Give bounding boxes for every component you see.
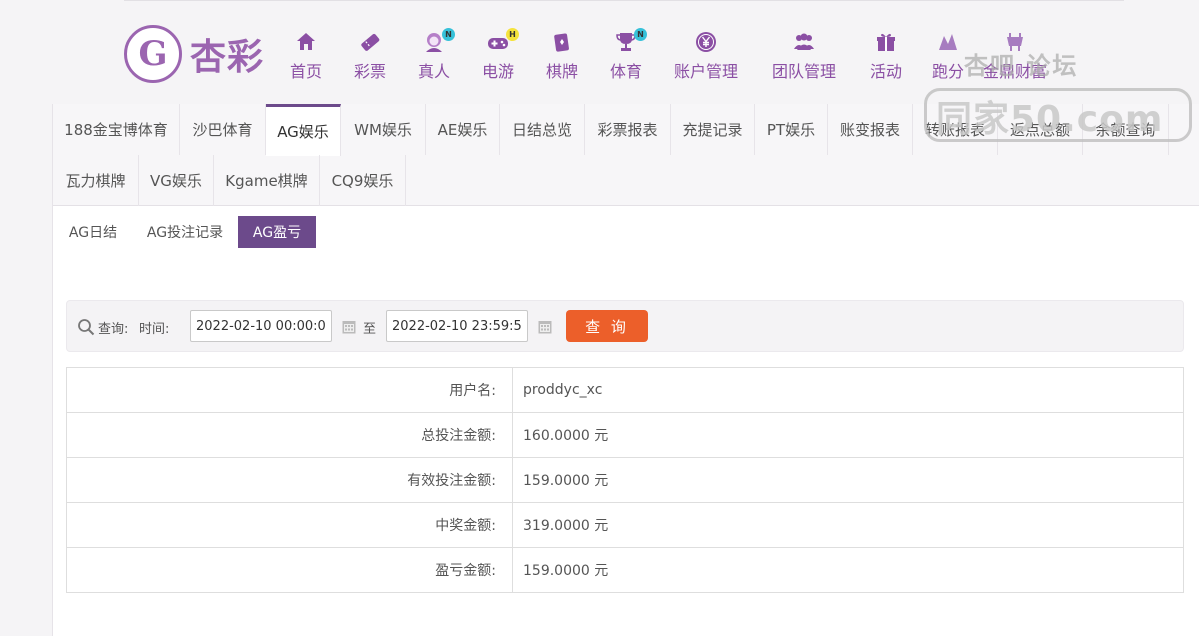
run-icon xyxy=(935,30,961,54)
tab-balance-change[interactable]: 账变报表 xyxy=(828,104,913,155)
trophy-icon: N xyxy=(613,28,647,54)
logo-mark: G xyxy=(124,25,182,83)
yen-coin-icon xyxy=(693,30,719,54)
nav-label: 金鼎财富 xyxy=(982,62,1047,81)
platform-tabs: 188金宝博体育 沙巴体育 AG娱乐 WM娱乐 AE娱乐 日结总览 彩票报表 充… xyxy=(53,104,1199,206)
start-time-input[interactable] xyxy=(190,310,332,342)
row-key: 用户名: xyxy=(66,367,513,413)
tab-daily-overview[interactable]: 日结总览 xyxy=(500,104,585,155)
query-button[interactable]: 查 询 xyxy=(566,310,648,342)
row-key: 有效投注金额: xyxy=(66,457,513,503)
row-key: 总投注金额: xyxy=(66,412,513,458)
team-icon xyxy=(791,30,817,54)
nav-sports[interactable]: N 体育 xyxy=(606,28,647,81)
cards-icon xyxy=(549,30,575,54)
profit-loss-table: 用户名: proddyc_xc 总投注金额: 160.0000 元 有效投注金额… xyxy=(66,367,1184,593)
home-icon xyxy=(293,30,319,54)
nav-label: 体育 xyxy=(609,62,642,81)
nav-team[interactable]: 团队管理 xyxy=(768,30,840,81)
new-badge: N xyxy=(442,28,455,41)
nav-account[interactable]: 账户管理 xyxy=(670,30,742,81)
query-bar: 查询: 时间: 至 查 询 xyxy=(66,300,1184,352)
nav-activity[interactable]: 活动 xyxy=(866,30,906,81)
tab-saba-sports[interactable]: 沙巴体育 xyxy=(180,104,266,155)
row-key: 盈亏金额: xyxy=(66,547,513,593)
row-value: proddyc_xc xyxy=(512,367,1184,413)
table-row: 盈亏金额: 159.0000 元 xyxy=(66,547,1184,593)
tab-188-sports[interactable]: 188金宝博体育 xyxy=(53,104,180,155)
nav-label: 棋牌 xyxy=(545,62,578,81)
tab-wali-chess[interactable]: 瓦力棋牌 xyxy=(53,155,139,206)
row-key: 中奖金额: xyxy=(66,502,513,548)
tab-deposit-withdraw[interactable]: 充提记录 xyxy=(671,104,755,155)
tab-vg[interactable]: VG娱乐 xyxy=(139,155,214,206)
tab-rebate-total[interactable]: 返点总额 xyxy=(998,104,1083,155)
gamepad-icon: H xyxy=(485,28,519,54)
nav-lottery[interactable]: 彩票 xyxy=(350,30,390,81)
tab-transfer-report[interactable]: 转账报表 xyxy=(913,104,998,155)
nav-label: 账户管理 xyxy=(673,62,738,81)
row-value: 159.0000 元 xyxy=(512,457,1184,503)
table-row: 用户名: proddyc_xc xyxy=(66,367,1184,413)
nav-run-score[interactable]: 跑分 xyxy=(928,30,968,81)
tab-ag[interactable]: AG娱乐 xyxy=(266,104,341,156)
row-value: 160.0000 元 xyxy=(512,412,1184,458)
tab-pt[interactable]: PT娱乐 xyxy=(755,104,828,155)
nav-label: 真人 xyxy=(417,62,450,81)
calendar-icon[interactable] xyxy=(342,319,356,334)
table-row: 有效投注金额: 159.0000 元 xyxy=(66,457,1184,503)
nav-label: 活动 xyxy=(869,62,902,81)
nav-label: 彩票 xyxy=(353,62,386,81)
nav-egame[interactable]: H 电游 xyxy=(478,28,519,81)
lottery-ticket-icon xyxy=(357,30,383,54)
gift-icon xyxy=(873,30,899,54)
hot-badge: H xyxy=(506,28,519,41)
subtab-ag-daily[interactable]: AG日结 xyxy=(61,216,125,248)
row-value: 319.0000 元 xyxy=(512,502,1184,548)
table-row: 总投注金额: 160.0000 元 xyxy=(66,412,1184,458)
tab-ae[interactable]: AE娱乐 xyxy=(426,104,500,155)
query-label: 查询: xyxy=(98,322,129,337)
calendar-icon[interactable] xyxy=(538,319,552,334)
nav-live[interactable]: N 真人 xyxy=(414,28,455,81)
nav-label: 首页 xyxy=(289,62,322,81)
tab-cq9[interactable]: CQ9娱乐 xyxy=(320,155,406,206)
main-panel: 188金宝博体育 沙巴体育 AG娱乐 WM娱乐 AE娱乐 日结总览 彩票报表 充… xyxy=(52,104,1199,636)
tab-kgame-chess[interactable]: Kgame棋牌 xyxy=(214,155,320,206)
nav-chess[interactable]: 棋牌 xyxy=(542,30,582,81)
nav-wealth[interactable]: 金鼎财富 xyxy=(980,30,1050,81)
tab-lottery-report[interactable]: 彩票报表 xyxy=(585,104,671,155)
time-label: 时间: xyxy=(139,322,170,337)
tab-wm[interactable]: WM娱乐 xyxy=(341,104,426,155)
tab-balance-query[interactable]: 余额查询 xyxy=(1083,104,1169,155)
to-label: 至 xyxy=(363,322,377,337)
nav-label: 团队管理 xyxy=(771,62,836,81)
nav-label: 电游 xyxy=(481,62,514,81)
logo-text: 杏彩 xyxy=(190,36,265,78)
subtab-ag-profit-loss[interactable]: AG盈亏 xyxy=(238,216,316,248)
site-logo[interactable]: G 杏彩 xyxy=(124,24,276,84)
subtab-ag-bets[interactable]: AG投注记录 xyxy=(139,216,231,248)
end-time-input[interactable] xyxy=(386,310,528,342)
cauldron-icon xyxy=(1002,30,1028,54)
nav-home[interactable]: 首页 xyxy=(286,30,326,81)
search-icon xyxy=(77,318,95,336)
top-divider xyxy=(124,0,1124,1)
table-row: 中奖金额: 319.0000 元 xyxy=(66,502,1184,548)
nav-label: 跑分 xyxy=(931,62,964,81)
live-dealer-icon: N xyxy=(421,28,455,54)
new-badge: N xyxy=(634,28,647,41)
row-value: 159.0000 元 xyxy=(512,547,1184,593)
